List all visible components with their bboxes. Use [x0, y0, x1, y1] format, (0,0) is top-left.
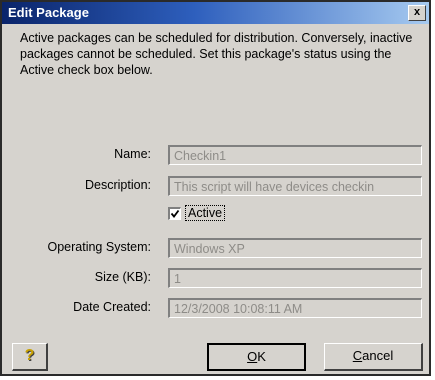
- name-field[interactable]: Checkin1: [168, 145, 422, 165]
- dialog-title: Edit Package: [8, 5, 89, 20]
- date-created-field[interactable]: 12/3/2008 10:08:11 AM: [168, 298, 422, 318]
- cancel-button[interactable]: Cancel: [324, 343, 423, 371]
- date-created-label: Date Created:: [73, 300, 151, 314]
- ok-mnemonic: O: [247, 349, 258, 364]
- active-checkbox[interactable]: [168, 207, 181, 220]
- operating-system-field[interactable]: Windows XP: [168, 238, 422, 258]
- size-field[interactable]: 1: [168, 268, 422, 288]
- cancel-mnemonic: C: [352, 348, 363, 363]
- cancel-label-rest: ancel: [362, 348, 394, 363]
- title-bar[interactable]: Edit Package x: [2, 2, 429, 24]
- close-button[interactable]: x: [408, 5, 426, 21]
- ok-button[interactable]: OK: [207, 343, 306, 371]
- name-label: Name:: [114, 147, 151, 161]
- operating-system-label: Operating System:: [47, 240, 151, 254]
- close-icon: x: [413, 6, 421, 18]
- ok-label-rest: K: [257, 349, 266, 364]
- question-mark-icon: ?: [24, 347, 35, 364]
- size-label: Size (KB):: [94, 270, 151, 284]
- edit-package-dialog: Edit Package x Active packages can be sc…: [0, 0, 431, 376]
- description-label: Description:: [85, 178, 151, 192]
- checkmark-icon: [170, 209, 180, 218]
- instructions-text: Active packages can be scheduled for dis…: [20, 31, 413, 77]
- active-checkbox-label[interactable]: Active: [185, 205, 226, 221]
- description-field[interactable]: This script will have devices checkin: [168, 176, 422, 196]
- help-button[interactable]: ?: [12, 343, 48, 371]
